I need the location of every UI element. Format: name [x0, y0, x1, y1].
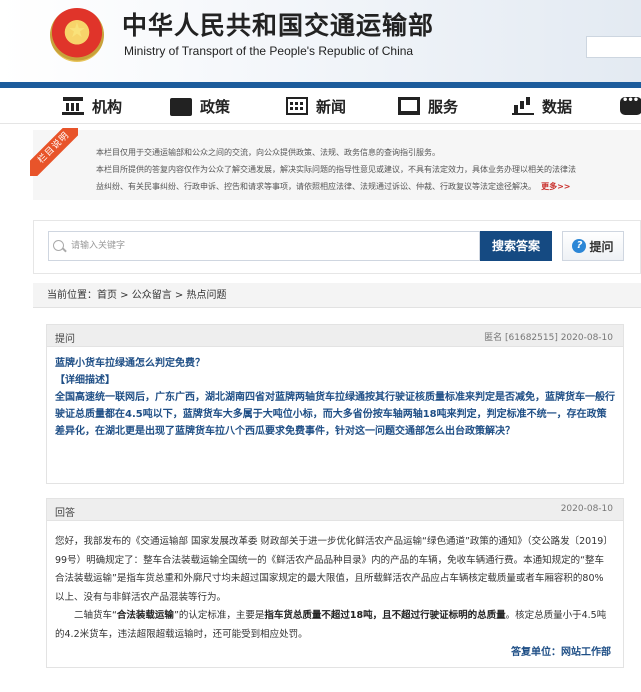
answer-date: 2020-08-10 [560, 504, 613, 514]
question-detail: 全国高速统一联网后，广东广西，湖北湖南四省对蓝牌两轴货车拉绿通按其行驶证核质量标… [55, 392, 615, 437]
calendar-icon [286, 97, 308, 115]
more-link[interactable]: 更多>> [541, 182, 570, 191]
column-notice: 本栏目仅用于交通运输部和公众之间的交流，向公众提供政策、法规、政务信息的查询指引… [33, 130, 641, 200]
ribbon-label: 栏目说明 [30, 128, 78, 176]
site-title-en: Ministry of Transport of the People's Re… [124, 44, 414, 58]
search-input[interactable]: 请输入关键字 [48, 231, 480, 261]
ask-button-label: 提问 [589, 239, 614, 254]
nav-label: 新闻 [316, 97, 347, 116]
answer-panel: 回答 2020-08-10 您好，我部发布的《交通运输部 国家发展改革委 财政部… [46, 498, 624, 668]
search-icon [53, 240, 64, 251]
nav-label: 数据 [542, 97, 573, 116]
chat-icon [620, 95, 641, 115]
answer-signature: 答复单位：网站工作部 [511, 647, 611, 658]
notice-ribbon: 栏目说明 [30, 128, 78, 176]
answer-paragraph-1: 您好，我部发布的《交通运输部 国家发展改革委 财政部关于进一步优化鲜活农产品运输… [55, 536, 613, 603]
question-header: 提问 匿名 [61682515] 2020-08-10 [47, 325, 623, 347]
answer-header: 回答 2020-08-10 [47, 499, 623, 521]
answer-paragraph-2: 二轴货车“合法装载运输”的认定标准，主要是指车货总质量不超过18吨，且不超过行驶… [55, 607, 613, 644]
notice-line-2: 本栏目所提供的答复内容仅作为公众了解交通发展，解决实际问题的指导性意见或建议，不… [96, 165, 576, 174]
header-search-input[interactable] [586, 36, 641, 58]
nav-label: 机构 [92, 97, 123, 116]
answer-body: 您好，我部发布的《交通运输部 国家发展改革委 财政部关于进一步优化鲜活农产品运输… [47, 521, 623, 644]
question-body: 蓝牌小货车拉绿通怎么判定免费？ 【详细描述】 全国高速统一联网后，广东广西，湖北… [47, 347, 623, 440]
answer-p2-a: 二轴货车“ [74, 610, 117, 621]
bar-chart-icon [512, 97, 534, 115]
nav-label: 服务 [428, 97, 459, 116]
answer-p2-c: ”的认定标准，主要是 [173, 610, 265, 621]
notice-line-3: 益纠纷、有关民事纠纷、行政申诉、控告和请求等事项，请依照相应法律、法规通过诉讼、… [96, 181, 571, 192]
answer-p2-d: 指车货总质量不超过18吨，且不超过行驶证标明的总质量 [264, 610, 506, 621]
main-nav: 机构 政策 新闻 服务 数据 [0, 88, 641, 124]
nav-item-interaction[interactable] [620, 94, 641, 118]
search-answer-button[interactable]: 搜索答案 [480, 231, 552, 261]
national-emblem-icon[interactable] [50, 8, 104, 62]
question-title: 蓝牌小货车拉绿通怎么判定免费？ [55, 358, 205, 369]
nav-item-data[interactable]: 数据 [512, 94, 572, 118]
site-header: 中华人民共和国交通运输部 Ministry of Transport of th… [0, 0, 641, 82]
notice-line-1: 本栏目仅用于交通运输部和公众之间的交流，向公众提供政策、法规、政务信息的查询指引… [96, 148, 440, 157]
site-title-cn[interactable]: 中华人民共和国交通运输部 [122, 6, 434, 42]
ask-question-button[interactable]: ? 提问 [562, 231, 624, 261]
monitor-icon [398, 97, 420, 115]
folder-icon [170, 98, 192, 116]
notice-line-3-text: 益纠纷、有关民事纠纷、行政申诉、控告和请求等事项，请依照相应法律、法规通过诉讼、… [96, 182, 536, 191]
institution-icon [62, 97, 84, 115]
nav-label: 政策 [200, 97, 231, 116]
answer-label: 回答 [55, 508, 75, 519]
question-panel: 提问 匿名 [61682515] 2020-08-10 蓝牌小货车拉绿通怎么判定… [46, 324, 624, 484]
nav-item-institutions[interactable]: 机构 [62, 94, 122, 118]
question-mark-icon: ? [572, 239, 587, 253]
nav-item-news[interactable]: 新闻 [286, 94, 346, 118]
breadcrumb: 当前位置：首页 > 公众留言 > 热点问题 [33, 283, 641, 308]
answer-p2-b: 合法装载运输 [116, 610, 174, 621]
question-meta: 匿名 [61682515] 2020-08-10 [484, 333, 613, 343]
question-label: 提问 [55, 334, 75, 345]
nav-item-policy[interactable]: 政策 [170, 94, 230, 118]
detail-label: 【详细描述】 [55, 375, 115, 386]
nav-item-service[interactable]: 服务 [398, 94, 458, 118]
